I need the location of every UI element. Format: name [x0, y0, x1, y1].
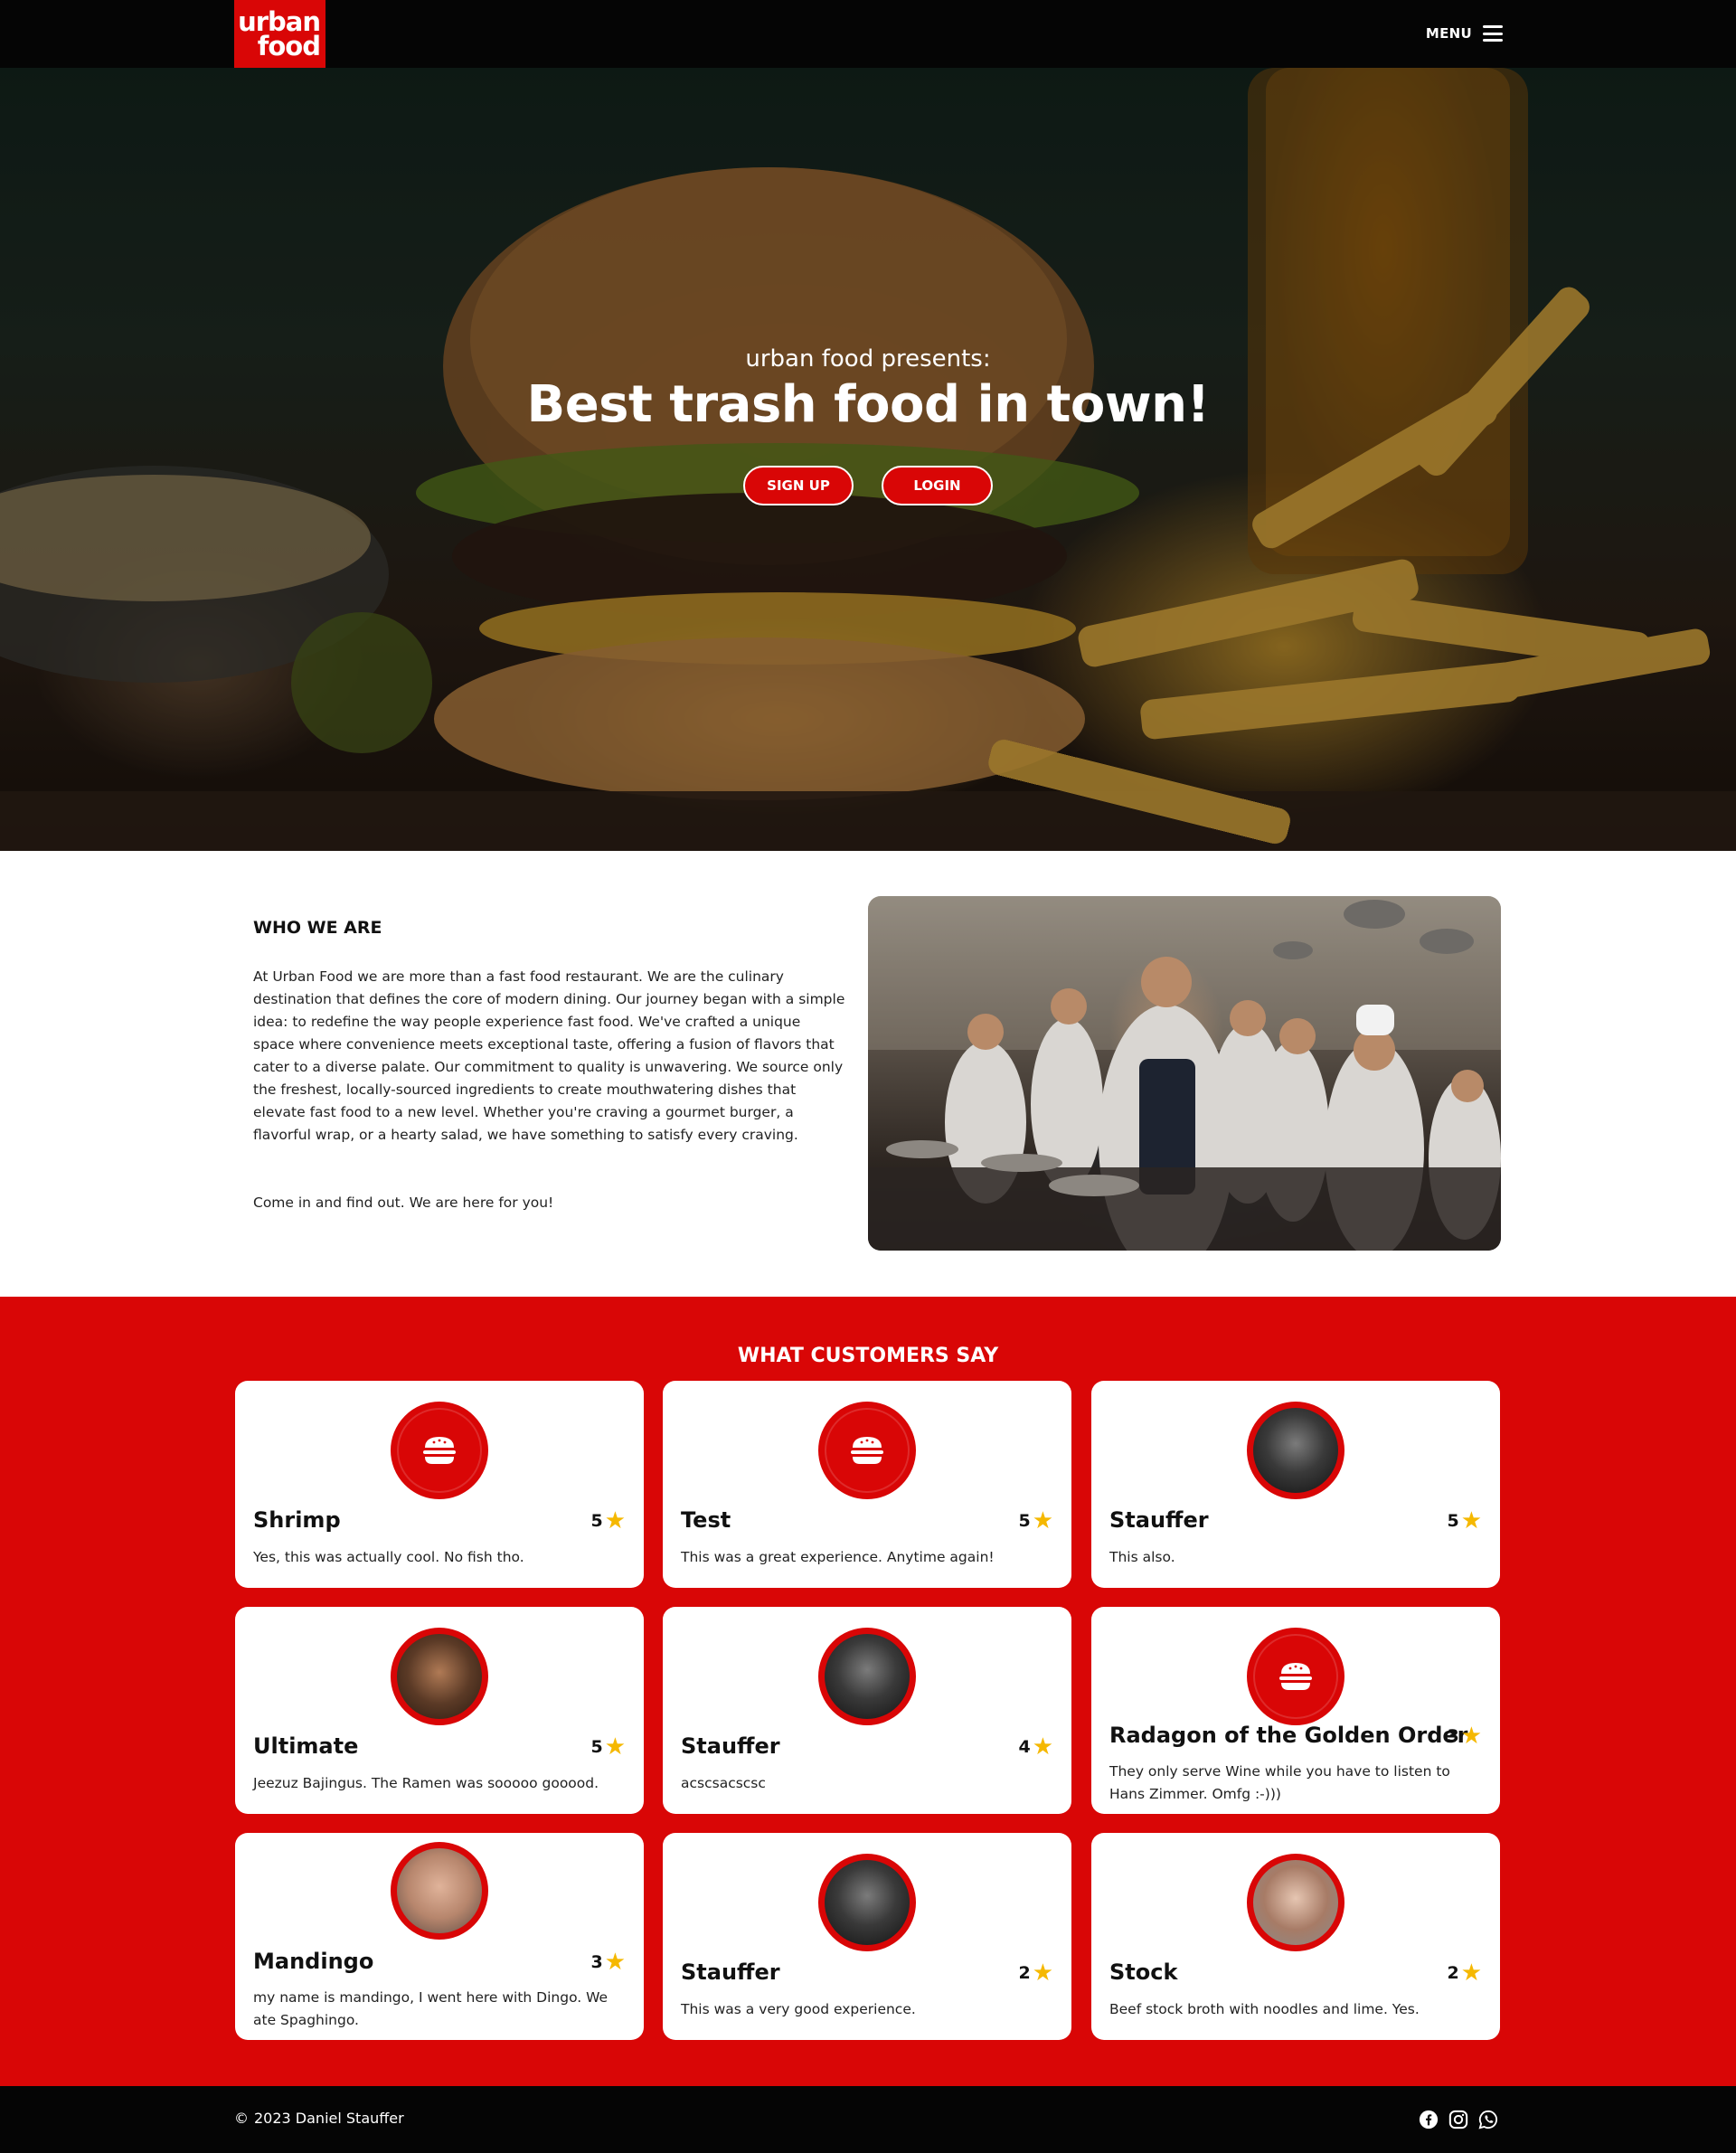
kitchen-team-image: [868, 896, 1501, 1251]
review-text: Yes, this was actually cool. No fish tho…: [253, 1549, 524, 1565]
copyright: © 2023 Daniel Stauffer: [234, 2110, 404, 2127]
review-avatar: [391, 1628, 488, 1725]
rating-value: 5: [1018, 1511, 1031, 1531]
review-text: This also.: [1109, 1549, 1175, 1565]
reviewer-name: Stauffer: [1109, 1507, 1209, 1533]
whatsapp-icon[interactable]: [1477, 2109, 1499, 2130]
review-rating: 5 ★: [1018, 1507, 1053, 1534]
hamburger-icon: [1483, 25, 1503, 42]
reviewer-name: Test: [681, 1507, 731, 1533]
user-photo: [825, 1860, 910, 1945]
reviews-title: WHAT CUSTOMERS SAY: [737, 1345, 999, 1367]
reviewer-name: Shrimp: [253, 1507, 341, 1533]
star-icon: ★: [1032, 1733, 1053, 1761]
rating-value: 5: [1447, 1511, 1459, 1531]
about-title: WHO WE ARE: [253, 918, 382, 938]
review-rating: 5 ★: [590, 1733, 626, 1761]
user-photo: [397, 1634, 482, 1719]
star-icon: ★: [604, 1733, 626, 1761]
review-avatar: [1247, 1628, 1344, 1725]
reviewer-name: Stauffer: [681, 1733, 780, 1759]
user-photo: [1253, 1408, 1338, 1493]
review-card: Ultimate 5 ★ Jeezuz Bajingus. The Ramen w…: [235, 1607, 644, 1814]
star-icon: ★: [1460, 1723, 1482, 1750]
review-avatar: [1247, 1854, 1344, 1951]
about-paragraph-closing: Come in and find out. We are here for yo…: [253, 1195, 554, 1211]
reviewer-name: Ultimate: [253, 1733, 359, 1759]
review-card: Stock 2 ★ Beef stock broth with noodles a…: [1091, 1833, 1500, 2040]
about-paragraph: At Urban Food we are more than a fast fo…: [253, 968, 845, 1143]
user-photo: [825, 1634, 910, 1719]
star-icon: ★: [604, 1507, 626, 1534]
review-avatar: [391, 1402, 488, 1499]
menu-label: MENU: [1425, 25, 1472, 42]
review-card: Stauffer 5 ★ This also.: [1091, 1381, 1500, 1588]
rating-value: 5: [590, 1511, 603, 1531]
review-text: Jeezuz Bajingus. The Ramen was sooooo go…: [253, 1775, 599, 1791]
review-avatar: [818, 1628, 916, 1725]
menu-button[interactable]: MENU: [1426, 20, 1503, 47]
instagram-icon[interactable]: [1448, 2109, 1469, 2130]
burger-icon: [397, 1408, 482, 1493]
hero-subtitle: urban food presents:: [745, 345, 991, 373]
rating-value: 5: [590, 1737, 603, 1757]
review-card: Stauffer 4 ★ acscsacscsc: [663, 1607, 1071, 1814]
burger-icon: [1253, 1634, 1338, 1719]
review-text: Beef stock broth with noodles and lime. …: [1109, 2001, 1420, 2017]
review-card: Mandingo 3 ★ my name is mandingo, I went …: [235, 1833, 644, 2040]
user-photo: [397, 1848, 482, 1933]
copyright-icon: ©: [234, 2110, 249, 2127]
review-avatar: [818, 1854, 916, 1951]
reviewer-name: Stock: [1109, 1959, 1178, 1985]
review-avatar: [818, 1402, 916, 1499]
hero-title: Best trash food in town!: [526, 375, 1210, 434]
review-rating: 2 ★: [1018, 1959, 1053, 1987]
star-icon: ★: [1032, 1959, 1053, 1987]
rating-value: 3: [590, 1952, 603, 1972]
review-rating: 3 ★: [590, 1949, 626, 1976]
review-text: This was a very good experience.: [681, 2001, 916, 2017]
logo[interactable]: urban food: [234, 0, 326, 68]
rating-value: 2: [1447, 1963, 1459, 1983]
review-card: Stauffer 2 ★ This was a very good experie…: [663, 1833, 1071, 2040]
review-rating: 4 ★: [1018, 1733, 1053, 1761]
logo-line2: food: [257, 30, 321, 61]
login-button[interactable]: LOGIN: [882, 466, 993, 505]
review-rating: 2 ★: [1447, 1959, 1482, 1987]
review-text: This was a great experience. Anytime aga…: [681, 1549, 995, 1565]
rating-value: 4: [1018, 1737, 1031, 1757]
review-card: Radagon of the Golden Order 3 ★ They only…: [1091, 1607, 1500, 1814]
signup-button[interactable]: SIGN UP: [743, 466, 854, 505]
top-navbar: urban food MENU: [0, 0, 1736, 68]
burger-icon: [825, 1408, 910, 1493]
reviewer-name: Radagon of the Golden Order: [1109, 1723, 1468, 1748]
review-rating: 5 ★: [1447, 1507, 1482, 1534]
star-icon: ★: [1460, 1507, 1482, 1534]
review-text: my name is mandingo, I went here with Di…: [253, 1989, 609, 2028]
reviewer-name: Stauffer: [681, 1959, 780, 1985]
review-rating: 5 ★: [590, 1507, 626, 1534]
rating-value: 3: [1447, 1726, 1459, 1746]
facebook-icon[interactable]: [1418, 2109, 1439, 2130]
review-avatar: [1247, 1402, 1344, 1499]
copyright-text: 2023 Daniel Stauffer: [254, 2110, 404, 2127]
social-links: [1418, 2109, 1499, 2130]
review-text: acscsacscsc: [681, 1775, 766, 1791]
rating-value: 2: [1018, 1963, 1031, 1983]
star-icon: ★: [1032, 1507, 1053, 1534]
user-photo: [1253, 1860, 1338, 1945]
review-text: They only serve Wine while you have to l…: [1109, 1763, 1450, 1802]
star-icon: ★: [604, 1949, 626, 1976]
review-rating: 3 ★: [1447, 1723, 1482, 1750]
review-card: Shrimp 5 ★ Yes, this was actually cool. N…: [235, 1381, 644, 1588]
hero-overlay: [0, 68, 1736, 851]
hero-banner: urban food presents: Best trash food in …: [0, 68, 1736, 851]
review-avatar: [391, 1842, 488, 1940]
star-icon: ★: [1460, 1959, 1482, 1987]
reviewer-name: Mandingo: [253, 1949, 374, 1974]
review-card: Test 5 ★ This was a great experience. Any…: [663, 1381, 1071, 1588]
footer: © 2023 Daniel Stauffer: [0, 2086, 1736, 2153]
